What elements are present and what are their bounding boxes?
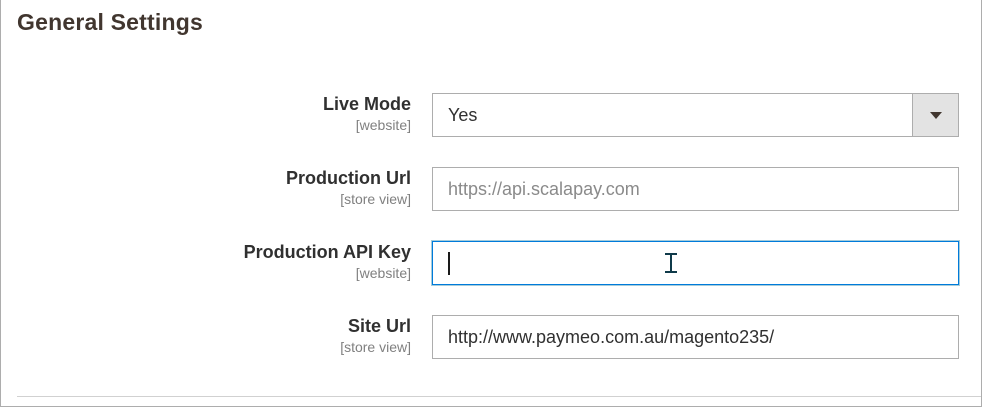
chevron-down-icon bbox=[929, 111, 942, 119]
live-mode-selected-value: Yes bbox=[448, 105, 478, 125]
live-mode-dropdown-button[interactable] bbox=[912, 94, 958, 136]
production-url-label-group: Production Url [store view] bbox=[286, 167, 411, 208]
production-api-key-scope: [website] bbox=[355, 265, 411, 281]
ibeam-cursor-icon bbox=[665, 253, 677, 273]
production-url-input[interactable] bbox=[433, 168, 958, 210]
live-mode-select[interactable]: Yes bbox=[432, 93, 959, 137]
site-url-label-group: Site Url [store view] bbox=[340, 315, 411, 356]
live-mode-label-group: Live Mode [website] bbox=[323, 93, 411, 134]
section-divider bbox=[17, 396, 981, 397]
general-settings-panel: General Settings Live Mode [website] Yes… bbox=[0, 0, 982, 407]
text-caret bbox=[448, 252, 450, 275]
production-api-key-field-wrapper bbox=[432, 241, 959, 285]
section-title[interactable]: General Settings bbox=[17, 9, 203, 36]
live-mode-label: Live Mode bbox=[322, 94, 411, 114]
production-api-key-label-group: Production API Key [website] bbox=[244, 241, 411, 282]
production-api-key-input[interactable] bbox=[433, 242, 958, 284]
production-url-field-wrapper bbox=[432, 167, 959, 211]
production-url-label: Production Url bbox=[286, 168, 411, 188]
site-url-scope: [store view] bbox=[340, 339, 411, 355]
live-mode-scope: [website] bbox=[355, 117, 411, 133]
site-url-label: Site Url bbox=[347, 316, 411, 336]
production-url-scope: [store view] bbox=[340, 191, 411, 207]
production-api-key-label: Production API Key bbox=[243, 242, 411, 262]
site-url-input[interactable] bbox=[433, 316, 958, 358]
site-url-field-wrapper bbox=[432, 315, 959, 359]
